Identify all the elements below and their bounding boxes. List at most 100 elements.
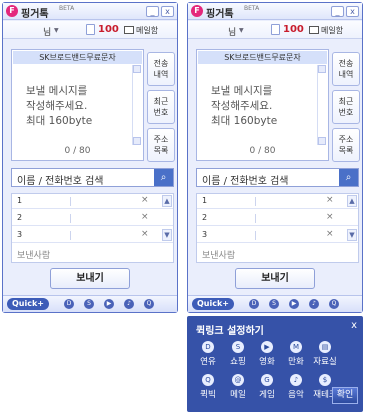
search-input[interactable]: 이름 / 전화번호 검색 ⌕: [196, 168, 359, 187]
message-placeholder: 보낼 메시지를 작성해주세요. 최대 160byte: [211, 85, 278, 127]
scroll-down-icon[interactable]: ▼: [162, 229, 172, 241]
quick-settings-icon[interactable]: Q: [144, 299, 154, 309]
quick-item-quickbig[interactable]: Q 퀵빅: [193, 374, 223, 404]
quick-item-shopping[interactable]: S 쇼핑: [223, 341, 253, 371]
phone-icon: [271, 24, 280, 35]
scroll-up-icon[interactable]: ▲: [162, 195, 172, 207]
quick-item-comic[interactable]: M 만화: [281, 341, 311, 371]
recent-numbers-label-1: 최근: [338, 97, 354, 106]
message-textarea[interactable]: SK브로드밴드무료문자 보낼 메시지를 작성해주세요. 최대 160byte 0…: [11, 49, 144, 161]
quick-item-label: 메일: [230, 390, 246, 400]
recipient-row[interactable]: 3 × ▼: [197, 228, 358, 243]
search-icon[interactable]: ⌕: [339, 169, 358, 186]
phone-icon: [86, 24, 95, 35]
address-list-button[interactable]: 주소 목록: [332, 128, 360, 162]
remove-icon[interactable]: ×: [326, 212, 334, 222]
movie-icon[interactable]: ▶: [104, 299, 114, 309]
mail-icon[interactable]: [309, 26, 319, 34]
shopping-cart-icon: S: [232, 341, 244, 353]
remove-icon[interactable]: ×: [326, 195, 334, 205]
chevron-down-icon[interactable]: ▼: [54, 27, 59, 34]
quick-item-music[interactable]: ♪ 음악: [281, 374, 311, 404]
quick-item-label: 쇼핑: [230, 357, 246, 367]
recipient-list: 1 × ▲ 2 × 3 × ▼ 보낸사람: [196, 193, 359, 263]
music-icon[interactable]: ♪: [309, 299, 319, 309]
recipient-row[interactable]: 2 ×: [197, 211, 358, 226]
scroll-up-icon[interactable]: ▲: [347, 195, 357, 207]
recipient-number: 3: [17, 230, 23, 239]
recipient-row[interactable]: 1 × ▲: [12, 194, 173, 209]
mail-icon: @: [232, 374, 244, 386]
title-bar[interactable]: F 핑거톡 BETA _ x: [188, 3, 362, 20]
send-button[interactable]: 보내기: [50, 268, 130, 289]
sender-field[interactable]: 보낸사람: [17, 248, 50, 261]
recent-numbers-label-2: 번호: [338, 108, 354, 117]
finance-icon: $: [319, 374, 331, 386]
quick-item-mail[interactable]: @ 메일: [223, 374, 253, 404]
sent-history-label-1: 전송: [153, 59, 169, 68]
quick-item-label: 게임: [259, 390, 275, 400]
comic-icon: M: [290, 341, 302, 353]
app-window-right: F 핑거톡 BETA _ x 님 ▼ 100 메일함 SK브로드밴드무료문자 보…: [187, 2, 363, 313]
message-textarea[interactable]: SK브로드밴드무료문자 보낼 메시지를 작성해주세요. 최대 160byte 0…: [196, 49, 329, 161]
message-scrollbar[interactable]: [132, 65, 141, 145]
movie-icon[interactable]: ▶: [289, 299, 299, 309]
quick-item-entertainment[interactable]: D 연유: [193, 341, 223, 371]
app-title: 핑거톡: [206, 9, 234, 20]
mailbox-link[interactable]: 메일함: [136, 25, 158, 36]
address-list-button[interactable]: 주소 목록: [147, 128, 175, 162]
scroll-up-button[interactable]: [318, 65, 326, 73]
recipient-number: 3: [202, 230, 208, 239]
search-placeholder: 이름 / 전화번호 검색: [17, 176, 104, 187]
sender-field[interactable]: 보낸사람: [202, 248, 235, 261]
message-scrollbar[interactable]: [317, 65, 326, 145]
scroll-down-button[interactable]: [133, 137, 141, 145]
close-button[interactable]: x: [346, 6, 359, 17]
search-icon[interactable]: ⌕: [154, 169, 173, 186]
confirm-button[interactable]: 확인: [332, 387, 358, 404]
search-input[interactable]: 이름 / 전화번호 검색 ⌕: [11, 168, 174, 187]
music-icon[interactable]: ♪: [124, 299, 134, 309]
scroll-down-icon[interactable]: ▼: [347, 229, 357, 241]
close-button[interactable]: x: [161, 6, 174, 17]
quick-plus-button[interactable]: Quick+: [7, 298, 49, 310]
recent-numbers-label-2: 번호: [153, 108, 169, 117]
quick-item-label: 연유: [200, 357, 216, 367]
remove-icon[interactable]: ×: [141, 195, 149, 205]
mailbox-link[interactable]: 메일함: [321, 25, 343, 36]
remove-icon[interactable]: ×: [141, 229, 149, 239]
byte-counter: 0 / 80: [64, 146, 91, 156]
quick-item-label: 음악: [288, 390, 304, 400]
recipient-row[interactable]: 3 × ▼: [12, 228, 173, 243]
recent-numbers-button[interactable]: 최근 번호: [332, 90, 360, 124]
address-list-label-1: 주소: [338, 135, 354, 144]
shopping-icon[interactable]: S: [84, 299, 94, 309]
quick-item-movie[interactable]: ▶ 영화: [252, 341, 282, 371]
quick-icon: Q: [202, 374, 214, 386]
recipient-list: 1 × ▲ 2 × 3 × ▼ 보낸사람: [11, 193, 174, 263]
quick-item-game[interactable]: G 게임: [252, 374, 282, 404]
recent-numbers-button[interactable]: 최근 번호: [147, 90, 175, 124]
minimize-button[interactable]: _: [146, 6, 159, 17]
divider: [255, 214, 256, 223]
close-icon[interactable]: x: [351, 320, 357, 331]
scroll-up-button[interactable]: [133, 65, 141, 73]
quick-link-icon[interactable]: D: [64, 299, 74, 309]
shopping-icon[interactable]: S: [269, 299, 279, 309]
title-bar[interactable]: F 핑거톡 BETA _ x: [3, 3, 177, 20]
send-button[interactable]: 보내기: [235, 268, 315, 289]
chevron-down-icon[interactable]: ▼: [239, 27, 244, 34]
recipient-row[interactable]: 2 ×: [12, 211, 173, 226]
scroll-down-button[interactable]: [318, 137, 326, 145]
quick-settings-icon[interactable]: Q: [329, 299, 339, 309]
minimize-button[interactable]: _: [331, 6, 344, 17]
recipient-row[interactable]: 1 × ▲: [197, 194, 358, 209]
remove-icon[interactable]: ×: [141, 212, 149, 222]
quick-plus-button[interactable]: Quick+: [192, 298, 234, 310]
sent-history-button[interactable]: 전송 내역: [332, 52, 360, 86]
sent-history-button[interactable]: 전송 내역: [147, 52, 175, 86]
quick-item-archive[interactable]: ▤ 자료실: [310, 341, 340, 371]
quick-link-icon[interactable]: D: [249, 299, 259, 309]
remove-icon[interactable]: ×: [326, 229, 334, 239]
mail-icon[interactable]: [124, 26, 134, 34]
